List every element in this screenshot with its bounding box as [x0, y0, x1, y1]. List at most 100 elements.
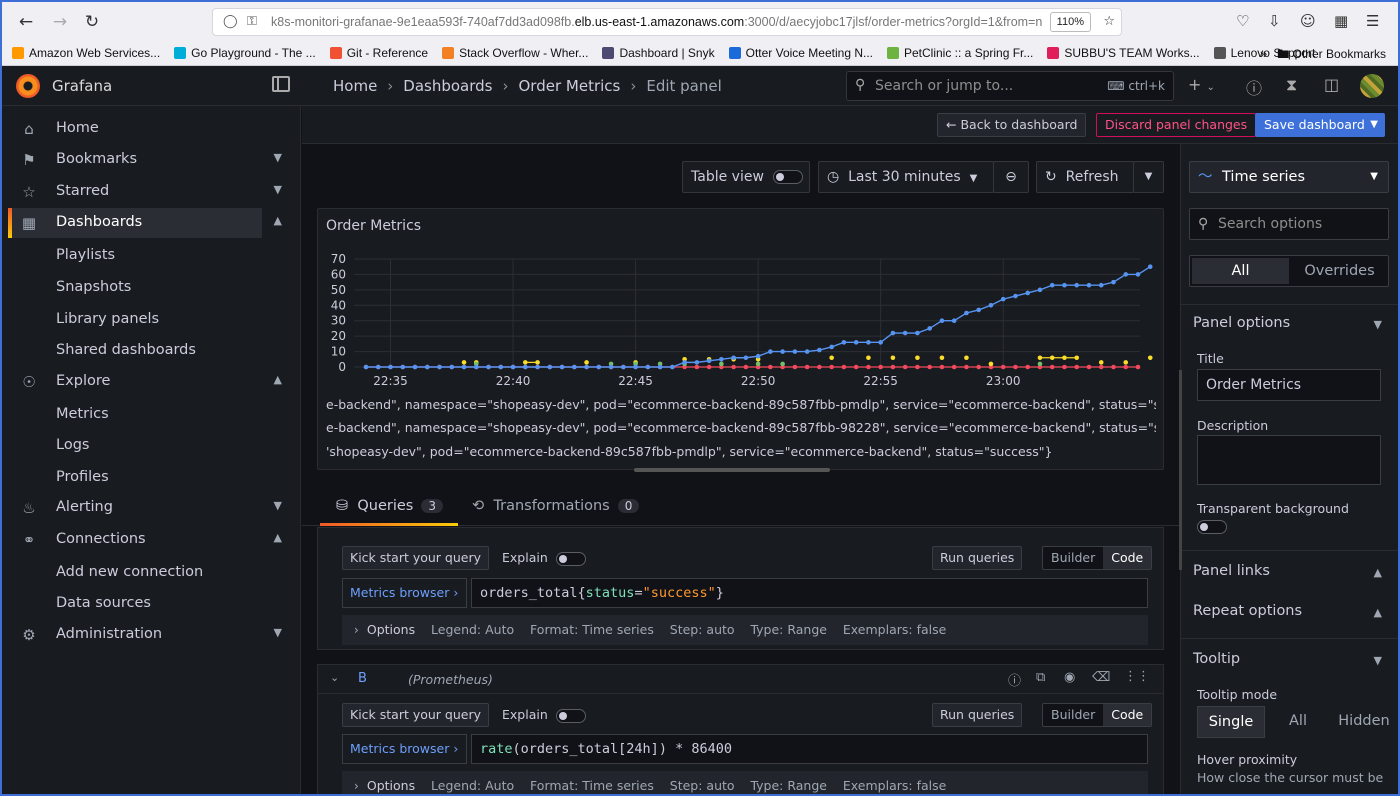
- refresh-interval-dropdown[interactable]: ▼: [1133, 161, 1164, 193]
- other-bookmarks[interactable]: » 🖿 Other Bookmarks: [1260, 45, 1386, 66]
- sidebar-item-add-new-connection[interactable]: Add new connection: [56, 564, 203, 580]
- query-ref-id[interactable]: B: [358, 671, 367, 686]
- tooltip-mode-single[interactable]: Single: [1197, 706, 1265, 738]
- extensions-icon[interactable]: ▦: [1334, 12, 1348, 30]
- description-textarea[interactable]: [1197, 435, 1381, 485]
- table-view-toggle[interactable]: Table view: [682, 161, 810, 193]
- legend-item[interactable]: e-backend", namespace="shopeasy-dev", po…: [326, 420, 1156, 435]
- sidebar-item-metrics[interactable]: Metrics: [56, 406, 109, 422]
- breadcrumb-home[interactable]: Home: [333, 77, 377, 95]
- chevron-down-icon[interactable]: ▼: [274, 499, 282, 512]
- editor-mode-switch[interactable]: Builder Code: [1042, 703, 1153, 727]
- bookmark-item[interactable]: Stack Overflow - Wher...: [442, 43, 588, 63]
- sidebar-item-connections[interactable]: ⚭ Connections ▲: [12, 525, 282, 555]
- sidebar-item-alerting[interactable]: ♨ Alerting ▼: [12, 493, 282, 523]
- refresh-button[interactable]: ↻ Refresh: [1036, 161, 1134, 193]
- bookmark-item[interactable]: PetClinic :: a Spring Fr...: [887, 43, 1033, 63]
- code-mode[interactable]: Code: [1103, 547, 1152, 569]
- dock-menu-icon[interactable]: [272, 76, 290, 92]
- run-queries-button[interactable]: Run queries: [932, 703, 1023, 727]
- explain-toggle[interactable]: Explain: [502, 707, 586, 723]
- sidebar-item-library-panels[interactable]: Library panels: [56, 311, 159, 327]
- chevron-up-icon[interactable]: ▲: [274, 531, 282, 544]
- duplicate-icon[interactable]: ⧉: [1036, 670, 1045, 685]
- legend-scrollbar[interactable]: [634, 468, 830, 472]
- discard-changes-button[interactable]: Discard panel changes: [1096, 113, 1257, 137]
- query-editor[interactable]: orders_total{status="success"}: [471, 578, 1148, 608]
- editor-mode-switch[interactable]: Builder Code: [1042, 546, 1153, 570]
- help-icon[interactable]: ⓘ: [1246, 75, 1262, 99]
- search-input[interactable]: ⚲ Search or jump to... ⌨ ctrl+k: [846, 71, 1174, 101]
- pocket-icon[interactable]: ♡: [1236, 12, 1249, 30]
- news-rss-icon[interactable]: ⧗: [1286, 75, 1297, 95]
- query-options[interactable]: › Options Legend: Auto Format: Time seri…: [342, 771, 1148, 796]
- shield-icon[interactable]: ◯: [223, 14, 238, 29]
- panel-links-section[interactable]: Panel links: [1193, 563, 1270, 579]
- toggle-switch[interactable]: [772, 170, 803, 184]
- zoom-level[interactable]: 110%: [1049, 12, 1091, 32]
- sidebar-item-snapshots[interactable]: Snapshots: [56, 279, 131, 295]
- run-queries-button[interactable]: Run queries: [932, 546, 1023, 570]
- builder-mode[interactable]: Builder: [1043, 547, 1103, 569]
- sidebar-item-dashboards[interactable]: ▦ Dashboards ▲: [8, 208, 282, 238]
- transparent-background-toggle[interactable]: [1197, 520, 1227, 534]
- bookmark-item[interactable]: Go Playground - The ...: [174, 43, 316, 63]
- save-dashboard-button[interactable]: Save dashboard ▼: [1255, 113, 1385, 137]
- zoom-out-button[interactable]: ⊖: [993, 161, 1029, 193]
- repeat-options-section[interactable]: Repeat options: [1193, 603, 1302, 619]
- breadcrumb-dashboards[interactable]: Dashboards: [403, 77, 492, 95]
- chevron-down-icon[interactable]: ▼: [274, 626, 282, 639]
- query-options[interactable]: › Options Legend: Auto Format: Time seri…: [342, 615, 1148, 645]
- bookmark-item[interactable]: Otter Voice Meeting N...: [728, 43, 873, 63]
- grafana-logo-icon[interactable]: [16, 74, 40, 98]
- builder-mode[interactable]: Builder: [1043, 704, 1103, 726]
- sidebar-item-profiles[interactable]: Profiles: [56, 469, 109, 485]
- tab-transformations[interactable]: ⟲ Transformations 0: [472, 498, 640, 514]
- chevron-down-icon[interactable]: ▼: [274, 183, 282, 196]
- tab-all[interactable]: All: [1192, 258, 1289, 284]
- code-mode[interactable]: Code: [1103, 704, 1152, 726]
- metrics-browser-button[interactable]: Metrics browser ›: [342, 578, 467, 608]
- url-text[interactable]: k8s-monitori-grafanae-9e1eaa593f-740af7d…: [271, 15, 1051, 29]
- chevron-up-icon[interactable]: ▲: [274, 373, 282, 386]
- sidebar-item-shared-dashboards[interactable]: Shared dashboards: [56, 342, 196, 358]
- tooltip-mode-hidden[interactable]: Hidden: [1331, 706, 1397, 738]
- sidebar-item-starred[interactable]: ☆ Starred ▼: [12, 177, 282, 207]
- tooltip-section[interactable]: Tooltip: [1193, 651, 1240, 667]
- download-icon[interactable]: ⇩: [1268, 12, 1281, 30]
- help-icon[interactable]: ⓘ: [1008, 670, 1021, 689]
- chevron-up-icon[interactable]: ▲: [274, 214, 282, 227]
- sidebar-item-bookmarks[interactable]: ⚑ Bookmarks ▼: [12, 145, 282, 175]
- avatar[interactable]: [1360, 74, 1384, 98]
- tooltip-mode-all[interactable]: All: [1265, 706, 1331, 738]
- chevron-up-icon[interactable]: ▲: [1374, 606, 1382, 619]
- kick-start-query-button[interactable]: Kick start your query: [342, 546, 490, 570]
- options-filter-tabs[interactable]: All Overrides: [1189, 255, 1389, 287]
- options-scrollbar[interactable]: [1179, 370, 1182, 570]
- sidebar-item-administration[interactable]: ⚙ Administration ▼: [12, 620, 282, 650]
- bookmark-item[interactable]: SUBBU'S TEAM Works...: [1047, 43, 1200, 63]
- legend-item[interactable]: e-backend", namespace="shopeasy-dev", po…: [326, 397, 1156, 412]
- bookmark-star-icon[interactable]: ☆: [1103, 14, 1115, 29]
- kick-start-query-button[interactable]: Kick start your query: [342, 703, 490, 727]
- title-input[interactable]: Order Metrics: [1197, 369, 1381, 401]
- legend-item[interactable]: 'shopeasy-dev", pod="ecommerce-backend-8…: [326, 444, 1156, 459]
- chevron-down-icon[interactable]: ▼: [1374, 654, 1382, 667]
- tab-overrides[interactable]: Overrides: [1291, 256, 1388, 286]
- insecure-lock-icon[interactable]: ⚿: [247, 14, 257, 29]
- bookmark-item[interactable]: Dashboard | Snyk: [602, 43, 715, 63]
- back-arrow-icon[interactable]: ←: [16, 12, 36, 32]
- chevron-down-icon[interactable]: ▼: [274, 151, 282, 164]
- bookmark-item[interactable]: Amazon Web Services...: [12, 43, 160, 63]
- forward-arrow-icon[interactable]: →: [50, 12, 70, 32]
- kiosk-monitor-icon[interactable]: ◫: [1324, 75, 1339, 94]
- trash-icon[interactable]: ⌫: [1092, 670, 1110, 685]
- reload-icon[interactable]: ↻: [82, 12, 102, 32]
- explain-toggle[interactable]: Explain: [502, 550, 586, 566]
- sidebar-item-logs[interactable]: Logs: [56, 437, 89, 453]
- drag-handle-icon[interactable]: ⋮⋮: [1124, 669, 1150, 684]
- visualization-picker[interactable]: 〜 Time series ▼: [1189, 161, 1389, 193]
- menu-icon[interactable]: ☰: [1366, 12, 1379, 30]
- sidebar-item-playlists[interactable]: Playlists: [56, 247, 115, 263]
- address-bar[interactable]: ◯ ⚿ k8s-monitori-grafanae-9e1eaa593f-740…: [212, 8, 1122, 36]
